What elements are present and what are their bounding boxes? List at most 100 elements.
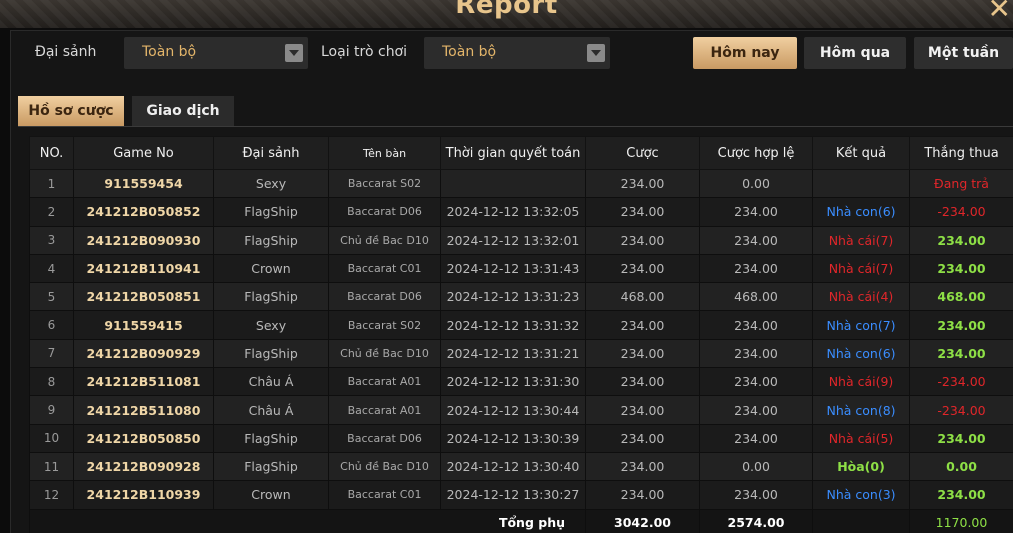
cell-result: Nhà con(3) (812, 480, 910, 510)
totals-bet: 3042.00 (585, 508, 700, 533)
cell-settle-time: 2024-12-12 13:31:21 (440, 338, 586, 369)
cell-hall: Crown (213, 480, 329, 510)
table-row: 10 241212B050850 FlagShip Baccarat D06 2024-… (29, 423, 1013, 453)
cell-result: Nhà cái(7) (812, 225, 910, 255)
cell-table-name: Baccarat D06 (328, 282, 441, 312)
cell-result: Nhà cái(7) (812, 253, 910, 284)
cell-result: Nhà con(7) (812, 310, 910, 340)
cell-hall: Sexy (213, 168, 329, 199)
cell-no: 11 (29, 451, 74, 482)
cell-no: 3 (29, 225, 74, 255)
cell-valid-bet: 234.00 (699, 310, 813, 340)
cell-game-no: 241212B050851 (73, 282, 214, 312)
hall-select[interactable]: Toàn bộ (124, 37, 308, 69)
game-type-select[interactable]: Toàn bộ (424, 37, 610, 69)
cell-game-no: 241212B050850 (73, 423, 214, 453)
cell-bet: 234.00 (585, 253, 700, 284)
cell-table-name: Baccarat S02 (328, 168, 441, 199)
cell-result: Nhà con(6) (812, 197, 910, 227)
table-row: 1 911559454 Sexy Baccarat S02 234.00 0.00 Đang… (29, 168, 1013, 199)
cell-valid-bet: 234.00 (699, 395, 813, 425)
col-header-table-name: Tên bàn (328, 136, 441, 170)
table-row: 7 241212B090929 FlagShip Chủ đề Bac D10 2024… (29, 338, 1013, 369)
game-type-select-value: Toàn bộ (442, 44, 497, 60)
cell-bet: 234.00 (585, 168, 700, 199)
cell-game-no: 241212B050852 (73, 197, 214, 227)
cell-no: 8 (29, 367, 74, 397)
cell-no: 6 (29, 310, 74, 340)
chevron-down-icon (587, 44, 605, 62)
cell-win-loss: 0.00 (909, 451, 1013, 482)
cell-table-name: Baccarat D06 (328, 197, 441, 227)
cell-bet: 234.00 (585, 197, 700, 227)
table-row: 11 241212B090928 FlagShip Chủ đề Bac D10 202… (29, 451, 1013, 482)
cell-settle-time: 2024-12-12 13:30:40 (440, 451, 586, 482)
cell-valid-bet: 234.00 (699, 253, 813, 284)
close-icon[interactable]: ✕ (988, 0, 1011, 25)
cell-settle-time (440, 168, 586, 199)
cell-settle-time: 2024-12-12 13:30:44 (440, 395, 586, 425)
col-header-win-loss: Thắng thua (909, 136, 1013, 170)
cell-result: Nhà con(8) (812, 395, 910, 425)
today-button[interactable]: Hôm nay (693, 37, 797, 69)
hall-select-value: Toàn bộ (142, 44, 197, 60)
cell-game-no: 241212B090929 (73, 338, 214, 369)
cell-no: 2 (29, 197, 74, 227)
cell-table-name: Chủ đề Bac D10 (328, 338, 441, 369)
cell-bet: 234.00 (585, 310, 700, 340)
cell-bet: 234.00 (585, 338, 700, 369)
totals-row: Tổng phụ 3042.00 2574.00 1170.00 (29, 508, 1013, 533)
col-header-bet: Cược (585, 136, 700, 170)
totals-label: Tổng phụ (29, 508, 586, 533)
cell-settle-time: 2024-12-12 13:31:32 (440, 310, 586, 340)
cell-settle-time: 2024-12-12 13:30:27 (440, 480, 586, 510)
cell-result: Nhà cái(4) (812, 282, 910, 312)
window-title: Report (455, 0, 558, 20)
cell-table-name: Baccarat D06 (328, 423, 441, 453)
yesterday-button[interactable]: Hôm qua (804, 37, 906, 69)
game-type-filter-label: Loại trò chơi (321, 44, 408, 60)
cell-win-loss: 234.00 (909, 310, 1013, 340)
cell-valid-bet: 0.00 (699, 451, 813, 482)
cell-result: Hòa(0) (812, 451, 910, 482)
cell-no: 12 (29, 480, 74, 510)
cell-hall: FlagShip (213, 423, 329, 453)
cell-bet: 234.00 (585, 480, 700, 510)
cell-settle-time: 2024-12-12 13:30:39 (440, 423, 586, 453)
cell-no: 7 (29, 338, 74, 369)
totals-win-loss: 1170.00 (909, 508, 1013, 533)
cell-hall: Châu Á (213, 367, 329, 397)
cell-hall: Châu Á (213, 395, 329, 425)
cell-game-no: 911559415 (73, 310, 214, 340)
tab-bet-records[interactable]: Hồ sơ cược (18, 96, 124, 126)
cell-game-no: 241212B090928 (73, 451, 214, 482)
cell-no: 10 (29, 423, 74, 453)
cell-settle-time: 2024-12-12 13:31:30 (440, 367, 586, 397)
totals-valid-bet: 2574.00 (699, 508, 813, 533)
cell-game-no: 911559454 (73, 168, 214, 199)
cell-valid-bet: 468.00 (699, 282, 813, 312)
cell-settle-time: 2024-12-12 13:32:01 (440, 225, 586, 255)
hall-filter-label: Đại sảnh (35, 44, 97, 60)
table-row: 5 241212B050851 FlagShip Baccarat D06 2024-1… (29, 282, 1013, 312)
cell-settle-time: 2024-12-12 13:31:23 (440, 282, 586, 312)
cell-valid-bet: 234.00 (699, 225, 813, 255)
chevron-down-icon (285, 44, 303, 62)
cell-game-no: 241212B110939 (73, 480, 214, 510)
col-header-game-no: Game No (73, 136, 214, 170)
tab-transactions[interactable]: Giao dịch (132, 96, 234, 126)
cell-bet: 468.00 (585, 282, 700, 312)
cell-bet: 234.00 (585, 395, 700, 425)
cell-bet: 234.00 (585, 423, 700, 453)
table-row: 4 241212B110941 Crown Baccarat C01 2024-12-1… (29, 253, 1013, 284)
col-header-valid-bet: Cược hợp lệ (699, 136, 813, 170)
tab-divider (18, 126, 1013, 127)
cell-valid-bet: 234.00 (699, 480, 813, 510)
week-button[interactable]: Một tuần (914, 37, 1013, 69)
cell-result: Nhà cái(9) (812, 367, 910, 397)
cell-valid-bet: 234.00 (699, 197, 813, 227)
cell-valid-bet: 0.00 (699, 168, 813, 199)
cell-hall: FlagShip (213, 197, 329, 227)
cell-hall: Crown (213, 253, 329, 284)
cell-bet: 234.00 (585, 225, 700, 255)
